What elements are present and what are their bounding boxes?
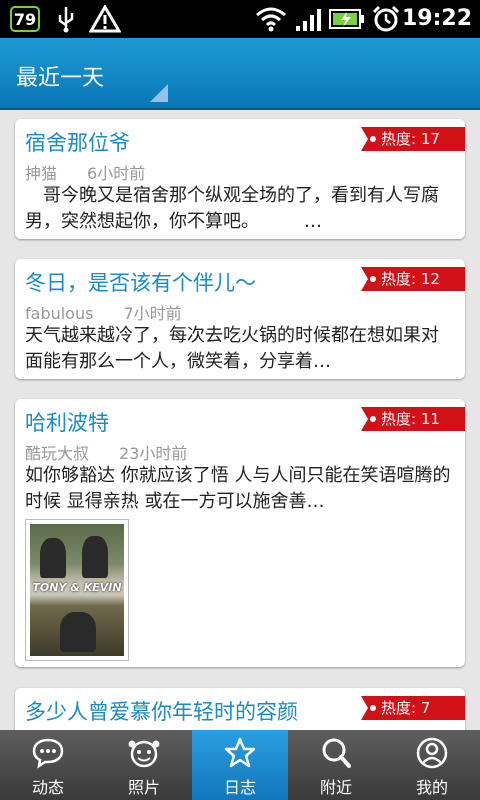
feed-card[interactable]: 宿舍那位爷 热度: 17 抻猫 6小时前 哥今晚又是宿舍那个纵观全场的了，看到有人…: [15, 119, 465, 239]
user-icon: [416, 737, 448, 769]
post-thumbnail[interactable]: TONY & KEVIN: [25, 519, 129, 661]
time-filter-title[interactable]: 最近一天: [16, 60, 104, 92]
dropdown-triangle-icon[interactable]: [150, 84, 168, 102]
photo-figure: [82, 536, 108, 578]
battery-charging-icon: [328, 4, 366, 34]
tab-blog[interactable]: 日志: [192, 730, 288, 800]
card-excerpt: 天气越来越冷了，每次去吃火锅的时候都在想如果对面能有那么一个人，微笑着，分享着…: [25, 325, 439, 372]
heat-badge: 热度: 7: [361, 696, 465, 720]
card-time: 23小时前: [119, 444, 188, 463]
heat-badge: 热度: 12: [361, 267, 465, 291]
card-author[interactable]: 酷玩大叔: [25, 444, 89, 463]
photo-figure: [60, 612, 96, 652]
tab-label: 日志: [223, 778, 256, 797]
card-meta: 抻猫 6小时前: [25, 160, 145, 184]
status-time: 19:22: [401, 6, 472, 31]
photo-caption: TONY & KEVIN: [32, 581, 122, 594]
card-title[interactable]: 宿舍那位爷: [25, 127, 130, 157]
heat-text: 热度: 11: [381, 410, 440, 428]
tab-dynamics[interactable]: 动态: [0, 730, 96, 800]
heat-badge: 热度: 11: [361, 407, 465, 431]
card-title[interactable]: 多少人曾爱慕你年轻时的容颜: [25, 696, 298, 726]
feed-card[interactable]: 多少人曾爱慕你年轻时的容颜 热度: 7: [15, 688, 465, 730]
card-title[interactable]: 哈利波特: [25, 407, 109, 437]
tab-label: 附近: [319, 778, 352, 797]
photo-face-icon: [128, 740, 160, 768]
heat-text: 热度: 7: [381, 699, 431, 717]
tab-label: 动态: [31, 778, 64, 797]
status-bar: 79 19:22: [0, 0, 480, 38]
tab-label: 照片: [127, 778, 160, 797]
tab-photos[interactable]: 照片: [96, 730, 192, 800]
card-excerpt: 哥今晚又是宿舍那个纵观全场的了，看到有人写腐男，突然想起你，你不算吧。 …: [25, 185, 439, 232]
heat-text: 热度: 12: [381, 270, 440, 288]
header: 最近一天: [0, 38, 480, 110]
heat-badge: 热度: 17: [361, 127, 465, 151]
photo-figure: [40, 538, 66, 578]
signal-icon: [294, 4, 324, 34]
card-meta: 酷玩大叔 23小时前: [25, 440, 187, 464]
photo-image: TONY & KEVIN: [30, 524, 124, 656]
tab-mine[interactable]: 我的: [384, 730, 480, 800]
card-author[interactable]: fabulous: [25, 304, 93, 323]
usb-icon: [54, 4, 78, 34]
heat-text: 热度: 17: [381, 130, 440, 148]
chat-bubble-icon: [32, 738, 64, 769]
card-time: 6小时前: [87, 164, 146, 183]
feed-card[interactable]: 哈利波特 热度: 11 酷玩大叔 23小时前 如你够豁达 你就应该了悟 人与人间只…: [15, 399, 465, 667]
star-icon: [224, 737, 256, 768]
card-author[interactable]: 抻猫: [25, 164, 57, 183]
warning-icon: [88, 4, 122, 34]
search-icon: [322, 738, 351, 768]
battery-level-badge: 79: [10, 6, 40, 32]
card-title[interactable]: 冬日，是否该有个伴儿～: [25, 267, 256, 297]
alarm-clock-icon: [370, 4, 402, 34]
card-excerpt: 如你够豁达 你就应该了悟 人与人间只能在笑语喧腾的时候 显得亲热 或在一方可以施…: [25, 465, 451, 512]
tab-label: 我的: [415, 778, 448, 797]
tab-nearby[interactable]: 附近: [288, 730, 384, 800]
feed-list[interactable]: 宿舍那位爷 热度: 17 抻猫 6小时前 哥今晚又是宿舍那个纵观全场的了，看到有人…: [0, 110, 480, 730]
wifi-icon: [254, 4, 288, 34]
card-meta: fabulous 7小时前: [25, 300, 182, 324]
feed-card[interactable]: 冬日，是否该有个伴儿～ 热度: 12 fabulous 7小时前 天气越来越冷了，…: [15, 259, 465, 379]
bottom-tab-bar: 动态 照片 日志 附近 我的: [0, 730, 480, 800]
card-time: 7小时前: [123, 304, 182, 323]
